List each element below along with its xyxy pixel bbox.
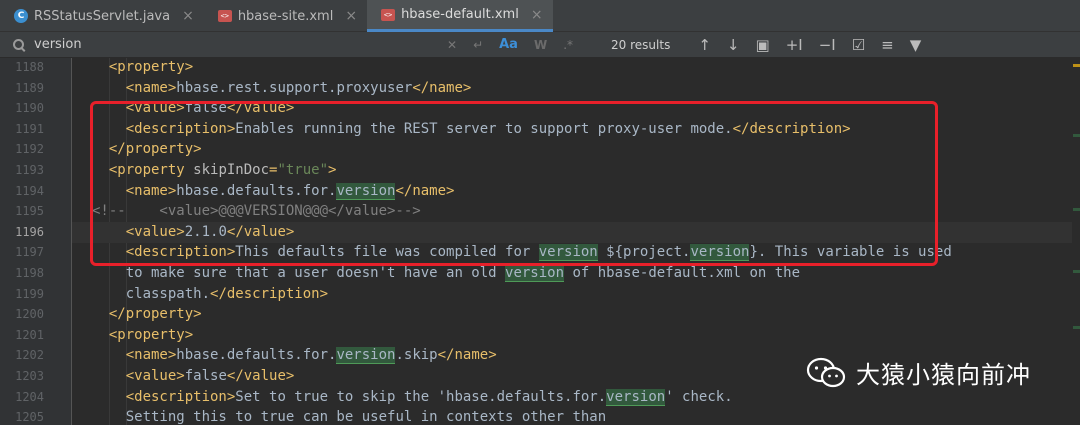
- line-number[interactable]: 1193: [0, 160, 44, 181]
- search-match-marker[interactable]: [1073, 134, 1080, 137]
- search-input[interactable]: [34, 37, 439, 52]
- search-icon[interactable]: [12, 38, 26, 52]
- xml-file-icon: <>: [217, 10, 232, 22]
- line-number[interactable]: 1195: [0, 201, 44, 222]
- line-number[interactable]: 1197: [0, 242, 44, 263]
- select-occurrences-icon[interactable]: ☑: [852, 36, 865, 54]
- code-token: of hbase-default.xml on the: [564, 265, 801, 281]
- annotation-red-box: [90, 101, 938, 266]
- add-occurrence-icon[interactable]: +I: [786, 36, 803, 54]
- whole-words-button[interactable]: W: [534, 38, 547, 52]
- match-case-button[interactable]: Aa: [499, 37, 518, 52]
- java-class-icon: C: [14, 9, 28, 23]
- code-token: to make sure that a user doesn't have an…: [125, 265, 506, 281]
- code-line[interactable]: <name>hbase.rest.support.proxyuser</name…: [72, 78, 1072, 99]
- line-number[interactable]: 1202: [0, 345, 44, 366]
- line-number[interactable]: 1198: [0, 263, 44, 284]
- code-token: hbase.defaults.for.: [176, 347, 337, 364]
- search-results-count: 20 results: [611, 37, 671, 52]
- tab-rsstatusservlet[interactable]: C RSStatusServlet.java ×: [0, 0, 204, 32]
- search-match: version: [336, 347, 396, 365]
- watermark-text: 大猿小猿向前冲: [856, 361, 1031, 389]
- wechat-watermark: 大猿小猿向前冲: [806, 355, 1031, 390]
- tab-hbase-default[interactable]: <> hbase-default.xml ×: [367, 0, 553, 32]
- remove-occurrence-icon[interactable]: −I: [819, 36, 836, 54]
- filter-results-icon[interactable]: ≡: [881, 36, 894, 54]
- search-match-marker[interactable]: [1073, 326, 1080, 329]
- code-token: Set to true to skip the 'hbase.defaults.…: [235, 388, 607, 405]
- close-icon[interactable]: ×: [345, 8, 357, 24]
- code-token: hbase.rest.support.proxyuser: [176, 79, 413, 96]
- line-number[interactable]: 1203: [0, 366, 44, 387]
- code-token: <value>: [125, 368, 185, 384]
- code-line[interactable]: Setting this to true can be useful in co…: [72, 407, 1072, 425]
- code-token: <property>: [108, 326, 194, 343]
- code-line[interactable]: </property>: [72, 304, 1072, 325]
- search-match-marker[interactable]: [1073, 270, 1080, 273]
- warning-marker[interactable]: [1073, 64, 1080, 67]
- code-token: false: [184, 368, 227, 384]
- line-number[interactable]: 1194: [0, 181, 44, 202]
- clear-search-icon[interactable]: ✕: [447, 38, 457, 52]
- code-token: <description>: [125, 388, 236, 405]
- code-token: </value>: [226, 368, 295, 384]
- line-number[interactable]: 1200: [0, 304, 44, 325]
- tab-label: hbase-default.xml: [401, 7, 519, 22]
- next-occurrence-icon[interactable]: ↓: [727, 36, 740, 54]
- line-number[interactable]: 1192: [0, 139, 44, 160]
- code-token: <property>: [108, 59, 194, 75]
- xml-file-icon: <>: [381, 8, 396, 21]
- editor-tab-bar: C RSStatusServlet.java × <> hbase-site.x…: [0, 0, 1080, 32]
- regex-button[interactable]: .*: [563, 38, 573, 52]
- code-line[interactable]: to make sure that a user doesn't have an…: [72, 263, 1072, 284]
- line-number[interactable]: 1196: [0, 222, 44, 243]
- tab-label: RSStatusServlet.java: [34, 8, 171, 24]
- code-token: Setting this to true can be useful in co…: [125, 409, 607, 425]
- line-number[interactable]: 1188: [0, 57, 44, 78]
- line-number[interactable]: 1199: [0, 284, 44, 305]
- line-number[interactable]: 1191: [0, 119, 44, 140]
- previous-occurrence-icon[interactable]: ↑: [698, 36, 711, 54]
- code-token: classpath.: [125, 285, 211, 302]
- code-token: <name>: [125, 79, 177, 96]
- select-all-occurrences-icon[interactable]: ▣: [756, 36, 770, 54]
- line-number[interactable]: 1205: [0, 407, 44, 425]
- code-token: </name>: [412, 79, 472, 96]
- code-token: ' check.: [665, 388, 733, 405]
- code-token: </property>: [108, 306, 202, 323]
- close-icon[interactable]: ×: [182, 8, 194, 24]
- line-number[interactable]: 1204: [0, 387, 44, 408]
- code-token: </description>: [210, 285, 329, 302]
- code-token: <name>: [125, 347, 177, 364]
- new-line-icon[interactable]: ↵: [473, 38, 483, 52]
- code-line[interactable]: <property>: [72, 57, 1072, 78]
- code-token: </name>: [437, 347, 497, 364]
- close-icon[interactable]: ×: [531, 7, 543, 23]
- error-stripe[interactable]: [1072, 58, 1080, 425]
- line-number-gutter: 1188 1189 1190 1191 1192 1193 1194 1195 1196 1197…: [0, 58, 72, 425]
- search-match: version: [606, 388, 666, 406]
- line-number[interactable]: 1189: [0, 78, 44, 99]
- tab-hbase-site[interactable]: <> hbase-site.xml ×: [204, 0, 367, 32]
- line-number[interactable]: 1190: [0, 98, 44, 119]
- find-bar: ✕ ↵ Aa W .* 20 results ↑ ↓ ▣ +I −I ☑ ≡ ▼: [0, 32, 1080, 58]
- search-match: version: [505, 265, 565, 282]
- code-line[interactable]: <property>: [72, 325, 1072, 346]
- search-match-marker[interactable]: [1073, 208, 1080, 211]
- wechat-logo-icon: [806, 357, 846, 387]
- funnel-icon[interactable]: ▼: [910, 36, 922, 54]
- code-token: .skip: [395, 347, 438, 364]
- tab-label: hbase-site.xml: [237, 8, 334, 24]
- line-number[interactable]: 1201: [0, 325, 44, 346]
- code-line[interactable]: classpath.</description>: [72, 284, 1072, 305]
